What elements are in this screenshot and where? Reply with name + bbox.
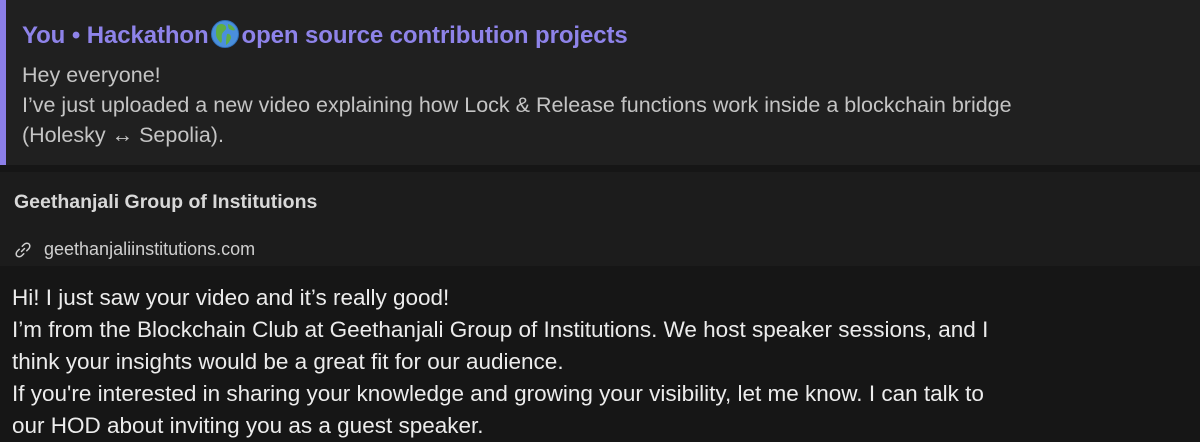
- quote-channel-suffix[interactable]: open source contribution projects: [242, 22, 628, 49]
- message-body: Hi! I just saw your video and it’s reall…: [12, 282, 988, 442]
- message-line: Hi! I just saw your video and it’s reall…: [12, 285, 450, 310]
- quote-author[interactable]: You: [22, 22, 65, 49]
- quote-separator: •: [71, 22, 81, 49]
- link-preview-url[interactable]: geethanjaliinstitutions.com: [44, 239, 255, 260]
- message-line: think your insights would be a great fit…: [12, 349, 564, 374]
- quote-line: Hey everyone!: [22, 63, 161, 87]
- quote-line: (Holesky ↔ Sepolia).: [22, 123, 224, 147]
- message-line: I’m from the Blockchain Club at Geethanj…: [12, 317, 989, 342]
- message-line: our HOD about inviting you as a guest sp…: [12, 413, 484, 438]
- message-line: If you're interested in sharing your kno…: [12, 381, 984, 406]
- quote-channel-prefix[interactable]: Hackathon: [87, 22, 209, 49]
- link-icon: [15, 241, 31, 258]
- quote-body: Hey everyone! I’ve just uploaded a new v…: [22, 60, 1012, 150]
- quote-line: I’ve just uploaded a new video explainin…: [22, 93, 1012, 117]
- reply-quote[interactable]: You • Hackathon open source contribution…: [0, 0, 1200, 165]
- globe-americas-icon: [210, 20, 239, 48]
- link-preview-card[interactable]: Geethanjali Group of Institutions geetha…: [0, 172, 1200, 266]
- quote-header: You • Hackathon open source contribution…: [22, 19, 628, 50]
- link-preview-title[interactable]: Geethanjali Group of Institutions: [14, 191, 317, 214]
- link-preview-url-row[interactable]: geethanjaliinstitutions.com: [14, 239, 255, 260]
- quote-accent-bar: [0, 0, 6, 165]
